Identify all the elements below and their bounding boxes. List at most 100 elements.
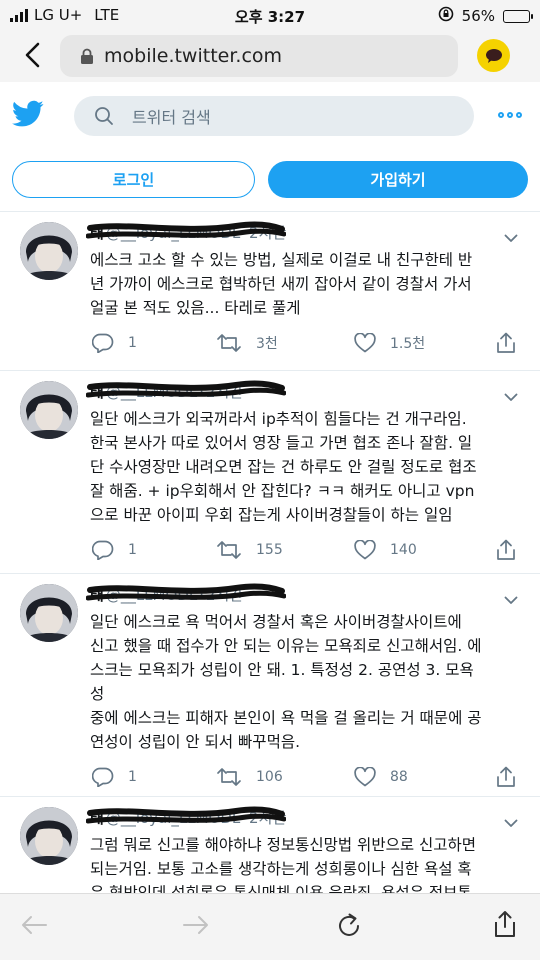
chevron-down-icon[interactable] <box>504 228 518 247</box>
share-button[interactable] <box>496 539 516 561</box>
retweet-button[interactable]: 3천 <box>216 332 278 354</box>
tweet-text-line: 그럼 뭐로 신고를 해야하냐 정보통신망법 위반으로 신고하면 <box>90 836 477 854</box>
like-button[interactable]: 140 <box>354 539 417 561</box>
avatar[interactable] <box>20 584 78 642</box>
browser-back-icon <box>22 916 47 934</box>
like-icon <box>354 540 376 560</box>
status-right: 56% <box>438 6 533 26</box>
reload-icon <box>339 913 359 936</box>
browser-forward-icon <box>183 916 208 934</box>
tweet-text-line: 얼굴 본 적도 있음... 타레로 풀게 <box>90 299 301 317</box>
tweet-text-line: 단 수사영장만 내려오면 잡는 건 하루도 안 걸릴 정도로 협조 <box>90 458 477 476</box>
tweet-text-line: 성 <box>90 685 105 703</box>
retweet-button[interactable]: 155 <box>216 539 283 561</box>
lock-icon <box>81 48 93 64</box>
tweet-actions: 1 106 88 <box>92 766 522 788</box>
tweet-text-line: 신고 했을 때 접수가 안 되는 이유는 모욕죄로 신고해서임. 에 <box>90 637 482 655</box>
avatar-image <box>20 381 78 439</box>
avatar-image <box>20 222 78 280</box>
retweet-count: 3천 <box>256 336 278 352</box>
address-bar[interactable]: mobile.twitter.com <box>60 35 458 77</box>
share-button[interactable] <box>496 766 516 788</box>
reply-button[interactable]: 1 <box>92 766 137 788</box>
tweet-text-line: 스크는 모욕죄가 성립이 안 돼. 1. 특정성 2. 공연성 3. 모욕 <box>90 661 474 679</box>
reply-button[interactable]: 1 <box>92 539 137 561</box>
browser-bar: mobile.twitter.com <box>0 30 540 82</box>
retweet-count: 106 <box>256 769 283 785</box>
tweet-text-line: 에스크 고소 할 수 있는 방법, 실제로 이걸로 내 친구한테 반 <box>90 251 473 269</box>
tweet-text-line: 일단 에스크로 욕 먹어서 경찰서 혹은 사이버경찰사이트에 <box>90 613 462 631</box>
reply-count: 1 <box>128 335 137 351</box>
avatar-image <box>20 584 78 642</box>
share-button[interactable] <box>496 332 516 354</box>
twitter-logo[interactable] <box>12 100 44 132</box>
reply-count: 1 <box>128 542 137 558</box>
reply-icon <box>92 333 114 353</box>
avatar[interactable] <box>20 381 78 439</box>
like-count: 1.5천 <box>390 336 426 352</box>
share-page-icon <box>495 911 515 937</box>
search-placeholder: 트위터 검색 <box>132 108 211 127</box>
like-icon <box>354 767 376 787</box>
chevron-down-icon[interactable] <box>504 813 518 832</box>
search-icon <box>95 107 113 125</box>
reply-count: 1 <box>128 769 137 785</box>
twitter-bird-icon <box>12 100 44 127</box>
tweet-text-line: 잘 해줌. + ip우회해서 안 잡힌다? ㅋㅋ 해커도 아니고 vpn <box>90 482 475 500</box>
tweet-text-line: 연성이 성립이 안 되서 빠꾸먹음. <box>90 733 301 751</box>
tweet[interactable]: 태 @__LLMODL · 2시간 일단 에스크가 외국꺼라서 ip추적이 힘들… <box>0 371 540 574</box>
redaction-scribble <box>86 806 286 824</box>
url-text: mobile.twitter.com <box>104 45 283 67</box>
tweet-text: 에스크 고소 할 수 있는 방법, 실제로 이걸로 내 친구한테 반년 가까이 … <box>90 248 518 320</box>
search-input[interactable]: 트위터 검색 <box>74 96 474 136</box>
avatar[interactable] <box>20 807 78 865</box>
login-button[interactable]: 로그인 <box>12 161 255 198</box>
browser-forward-button[interactable] <box>182 914 210 940</box>
status-bar: LG U+ LTE 오후 3:27 56% <box>0 0 540 30</box>
tweet-text-line: 일단 에스크가 외국꺼라서 ip추적이 힘들다는 건 개구라임. <box>90 410 467 428</box>
chevron-down-icon[interactable] <box>504 590 518 609</box>
tweet[interactable]: 태 @__loyal_LLMODL · 2시간 에스크 고소 할 수 있는 방법… <box>0 212 540 371</box>
reply-button[interactable]: 1 <box>92 332 137 354</box>
tweet-text-line: 으로 바꾼 아이피 우회 잡는게 사이버경찰들이 하는 일임 <box>90 506 453 524</box>
tweet-actions: 1 3천 1.5천 <box>92 332 522 354</box>
tweet-text-line: 되는거임. 보통 고소를 생각하는게 성희롱이나 심한 욕설 혹 <box>90 860 472 878</box>
share-icon <box>497 539 515 560</box>
battery-icon <box>503 9 533 23</box>
auth-row: 로그인 가입하기 <box>0 150 540 212</box>
chevron-down-icon[interactable] <box>504 387 518 406</box>
avatar-image <box>20 807 78 865</box>
more-dots-icon[interactable] <box>498 112 522 118</box>
reply-icon <box>92 540 114 560</box>
like-button[interactable]: 88 <box>354 766 408 788</box>
retweet-count: 155 <box>256 542 283 558</box>
tweet-text-line: 한국 본사가 따로 있어서 영장 들고 가면 협조 존나 잘함. 일 <box>90 434 473 452</box>
twitter-header: 트위터 검색 <box>0 82 540 150</box>
reply-icon <box>92 767 114 787</box>
share-icon <box>497 332 515 353</box>
share-icon <box>497 766 515 787</box>
redaction-scribble <box>86 380 286 398</box>
retweet-icon <box>217 334 241 352</box>
tweet-text-line: 년 가까이 에스크로 협박하던 새끼 잡아서 같이 경찰서 가서 <box>90 275 472 293</box>
tweet-text-line: 중에 에스크는 피해자 본인이 욕 먹을 걸 올리는 거 때문에 공 <box>90 709 482 727</box>
browser-back-button[interactable] <box>20 914 48 940</box>
kakao-talk-button[interactable] <box>477 39 510 72</box>
reload-button[interactable] <box>335 912 363 944</box>
retweet-icon <box>217 768 241 786</box>
share-page-button[interactable] <box>494 910 516 942</box>
like-button[interactable]: 1.5천 <box>354 332 425 354</box>
signup-button[interactable]: 가입하기 <box>268 161 528 198</box>
avatar[interactable] <box>20 222 78 280</box>
browser-bottom-toolbar <box>0 893 540 960</box>
orientation-lock-icon <box>438 6 454 26</box>
retweet-icon <box>217 541 241 559</box>
retweet-button[interactable]: 106 <box>216 766 283 788</box>
like-count: 140 <box>390 542 417 558</box>
tweet[interactable]: 태 @__LLMODL · 2시간 일단 에스크로 욕 먹어서 경찰서 혹은 사… <box>0 574 540 797</box>
like-count: 88 <box>390 769 408 785</box>
back-button[interactable] <box>18 40 48 70</box>
like-icon <box>354 333 376 353</box>
tweet-text: 일단 에스크가 외국꺼라서 ip추적이 힘들다는 건 개구라임. 한국 본사가 따… <box>90 407 518 527</box>
redaction-scribble <box>86 221 286 239</box>
